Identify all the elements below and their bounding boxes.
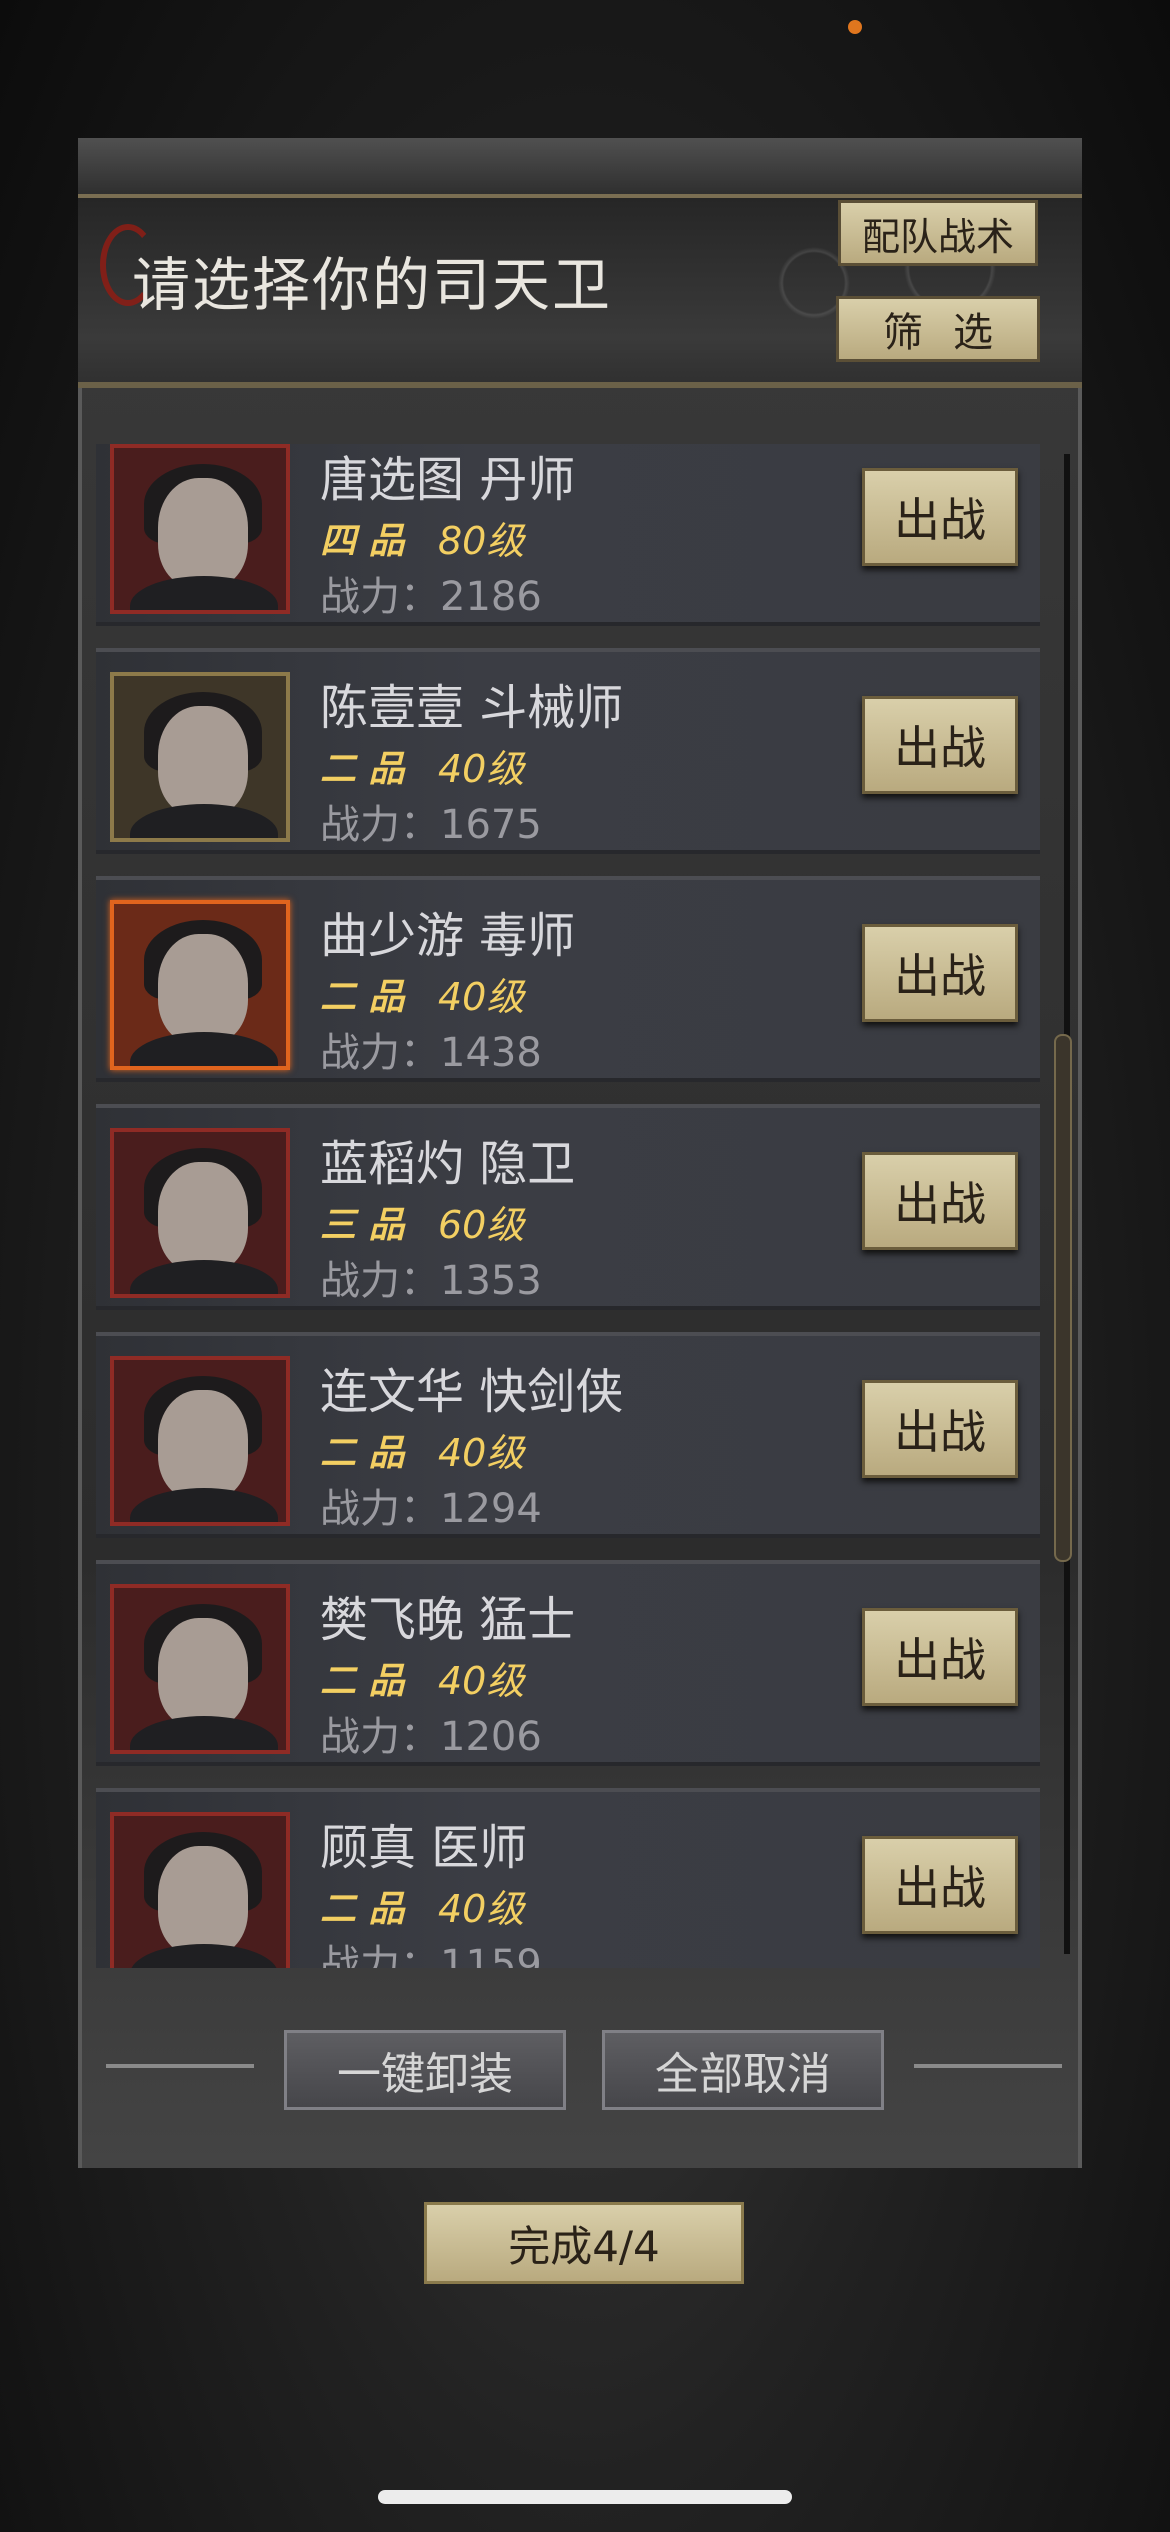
character-rank: 二 品 — [320, 749, 405, 790]
character-rank: 二 品 — [320, 1889, 405, 1930]
character-portrait[interactable] — [110, 1584, 290, 1754]
deploy-button[interactable]: 出战 — [862, 1152, 1018, 1250]
character-rank: 四 品 — [320, 521, 405, 562]
character-portrait[interactable] — [110, 1356, 290, 1526]
character-level: 40级 — [438, 1659, 525, 1703]
character-level: 40级 — [438, 1887, 525, 1931]
portrait-face — [158, 478, 248, 588]
portrait-face — [158, 1618, 248, 1728]
status-indicator-dot — [848, 20, 862, 34]
character-portrait[interactable] — [110, 672, 290, 842]
deploy-button[interactable]: 出战 — [862, 696, 1018, 794]
unequip-all-button[interactable]: 一键卸装 — [284, 2030, 566, 2110]
portrait-body — [130, 1260, 278, 1294]
header-trim — [78, 194, 1082, 198]
scrollbar-thumb[interactable] — [1054, 1034, 1072, 1562]
character-name: 曲少游 毒师 — [320, 908, 576, 964]
character-level: 40级 — [438, 747, 525, 791]
list-item: 连文华 快剑侠 二 品 40级 战力：1294 出战 — [96, 1332, 1040, 1538]
portrait-body — [130, 804, 278, 838]
deploy-button[interactable]: 出战 — [862, 1836, 1018, 1934]
portrait-body — [130, 1032, 278, 1066]
character-power: 战力：1206 — [320, 1714, 542, 1760]
team-tactics-button[interactable]: 配队战术 — [838, 200, 1038, 266]
deploy-button[interactable]: 出战 — [862, 924, 1018, 1022]
character-level: 80级 — [438, 519, 525, 563]
page-title: 请选择你的司天卫 — [132, 251, 613, 319]
list-item: 樊飞晚 猛士 二 品 40级 战力：1206 出战 — [96, 1560, 1040, 1766]
portrait-face — [158, 1846, 248, 1956]
portrait-body — [130, 1944, 278, 1968]
list-item: 顾真 医师 二 品 40级 战力：1159 出战 — [96, 1788, 1040, 1968]
filter-button[interactable]: 筛选 — [836, 296, 1040, 362]
character-name: 蓝稻灼 隐卫 — [320, 1136, 576, 1192]
cancel-all-button[interactable]: 全部取消 — [602, 2030, 884, 2110]
character-portrait[interactable] — [110, 900, 290, 1070]
character-level: 40级 — [438, 975, 525, 1019]
portrait-body — [130, 1488, 278, 1522]
portrait-face — [158, 1162, 248, 1272]
character-level: 60级 — [438, 1203, 525, 1247]
list-item: 曲少游 毒师 二 品 40级 战力：1438 出战 — [96, 876, 1040, 1082]
character-portrait[interactable] — [110, 1128, 290, 1298]
deploy-button[interactable]: 出战 — [862, 1608, 1018, 1706]
deploy-button[interactable]: 出战 — [862, 1380, 1018, 1478]
character-portrait[interactable] — [110, 444, 290, 614]
portrait-body — [130, 1716, 278, 1750]
deploy-button[interactable]: 出战 — [862, 468, 1018, 566]
character-power: 战力：1438 — [320, 1030, 542, 1076]
portrait-face — [158, 706, 248, 816]
character-power: 战力：1159 — [320, 1942, 542, 1968]
portrait-body — [130, 576, 278, 610]
list-item: 唐选图 丹师 四 品 80级 战力：2186 出战 — [96, 444, 1040, 626]
character-rank: 二 品 — [320, 1433, 405, 1474]
portrait-face — [158, 1390, 248, 1500]
character-name: 顾真 医师 — [320, 1820, 528, 1876]
character-rank: 二 品 — [320, 977, 405, 1018]
character-power: 战力：2186 — [320, 574, 542, 620]
home-indicator[interactable] — [378, 2490, 792, 2504]
character-name: 连文华 快剑侠 — [320, 1364, 624, 1420]
character-power: 战力：1675 — [320, 802, 542, 848]
character-name: 樊飞晚 猛士 — [320, 1592, 576, 1648]
portrait-face — [158, 934, 248, 1044]
list-item: 陈壹壹 斗械师 二 品 40级 战力：1675 出战 — [96, 648, 1040, 854]
character-level: 40级 — [438, 1431, 525, 1475]
character-name: 唐选图 丹师 — [320, 452, 576, 508]
character-rank: 三 品 — [320, 1205, 405, 1246]
done-button[interactable]: 完成4/4 — [424, 2202, 744, 2284]
character-power: 战力：1294 — [320, 1486, 542, 1532]
divider-right — [914, 2064, 1062, 2068]
character-list[interactable]: 唐选图 丹师 四 品 80级 战力：2186 出战 陈壹壹 斗械师 二 品 40… — [96, 444, 1040, 1968]
character-name: 陈壹壹 斗械师 — [320, 680, 624, 736]
character-rank: 二 品 — [320, 1661, 405, 1702]
divider-left — [106, 2064, 254, 2068]
character-portrait[interactable] — [110, 1812, 290, 1968]
list-item: 蓝稻灼 隐卫 三 品 60级 战力：1353 出战 — [96, 1104, 1040, 1310]
character-power: 战力：1353 — [320, 1258, 542, 1304]
